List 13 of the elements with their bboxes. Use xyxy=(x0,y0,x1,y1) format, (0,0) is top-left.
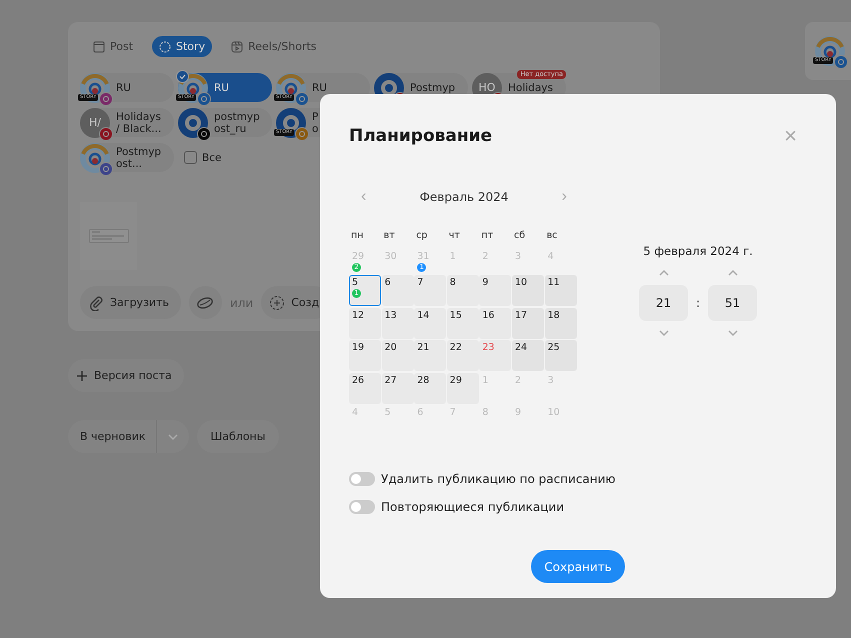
weekday-label: вт xyxy=(382,230,396,243)
month-title: Февраль 2024 xyxy=(420,190,508,204)
weekday-label: ср xyxy=(415,230,428,243)
selected-date: 5 февраля 2024 г. xyxy=(643,244,753,258)
dialog-title: Планирование xyxy=(349,126,492,146)
weekday-label: вс xyxy=(546,230,558,243)
toggle-label: Повторяющиеся публикации xyxy=(381,500,564,514)
time-separator: : xyxy=(696,296,700,310)
weekday-label: пт xyxy=(480,230,494,243)
weekday-label: пн xyxy=(350,230,364,243)
weekday-label: сб xyxy=(512,230,526,243)
toggle-label: Удалить публикацию по расписанию xyxy=(381,472,616,486)
weekday-label: чт xyxy=(448,230,461,243)
